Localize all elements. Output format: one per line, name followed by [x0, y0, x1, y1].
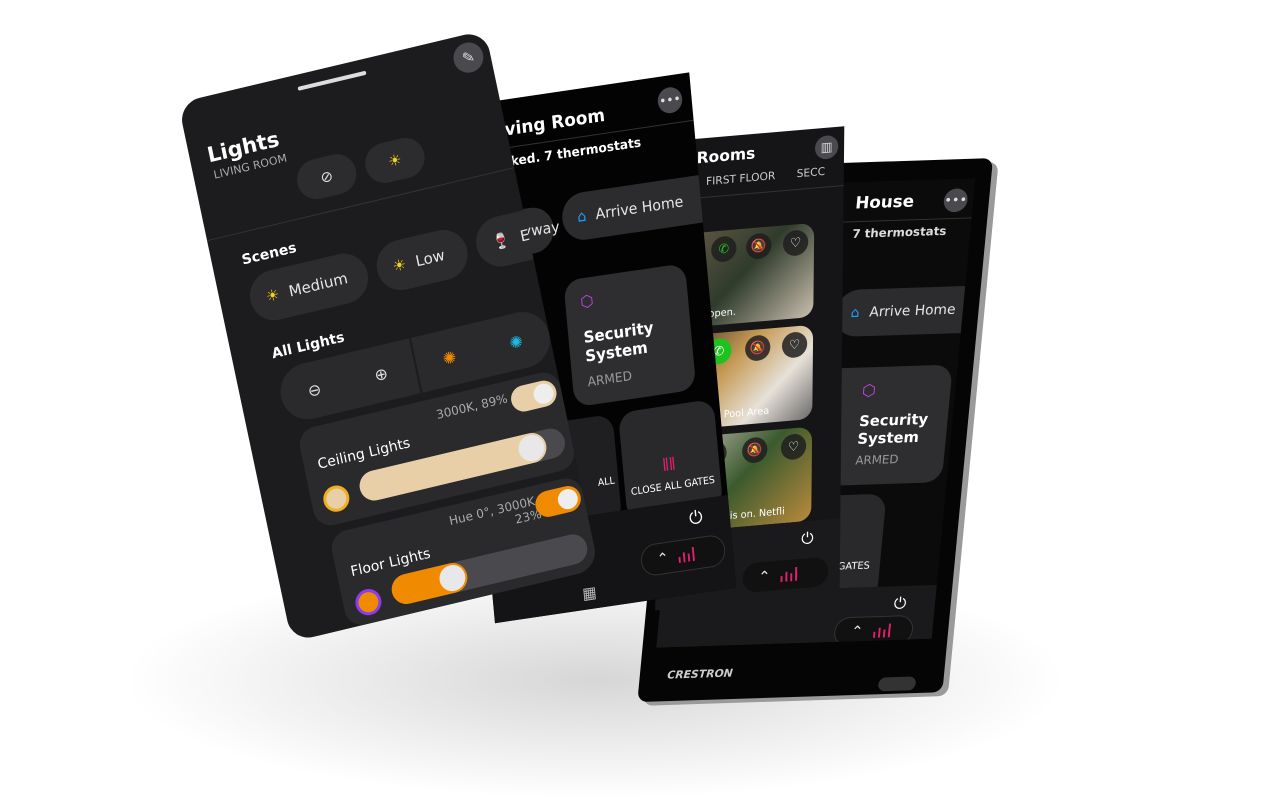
volume-pill[interactable]: ⌃: [639, 533, 727, 578]
sensor-dots: [877, 676, 917, 692]
color-wheel-swatch[interactable]: [353, 586, 384, 618]
gates-label: CLOSE ALL GATES: [630, 474, 716, 499]
edit-pencil-icon[interactable]: ✎: [450, 39, 487, 76]
security-title: Security System: [582, 317, 655, 366]
volume-bars-icon: [677, 546, 695, 564]
power-icon[interactable]: ⏻: [893, 594, 907, 614]
gates-left-label: ALL: [597, 475, 616, 489]
light-off-icon: ⊘: [318, 166, 335, 188]
all-off-button[interactable]: ⊘: [293, 150, 361, 204]
security-status: ARMED: [854, 452, 900, 468]
divider: [206, 167, 515, 242]
bell-off-icon[interactable]: 🔕: [746, 232, 772, 260]
dim-up-icon[interactable]: ⊕: [372, 363, 389, 385]
arrive-home-button[interactable]: ⌂ Arrive Home: [560, 172, 724, 243]
bell-off-icon[interactable]: 🔕: [742, 436, 768, 464]
floor-lights-toggle[interactable]: [532, 483, 584, 520]
load-status: 3000K, 89%: [434, 391, 509, 422]
ceiling-lights-toggle[interactable]: [508, 378, 559, 415]
volume-pill[interactable]: ⌃: [742, 556, 829, 594]
bulb-icon: ☀: [264, 285, 282, 306]
scenes-label: Scenes: [240, 239, 298, 269]
arrive-home-label: Arrive Home: [594, 192, 684, 224]
volume-bars-icon: [872, 623, 891, 638]
more-button[interactable]: •••: [942, 188, 969, 213]
gate-icon: ǁǁ: [661, 454, 677, 473]
power-icon[interactable]: ⏻: [801, 528, 813, 549]
rooms-title: Rooms: [696, 143, 756, 168]
power-icon[interactable]: ⏻: [688, 507, 703, 530]
tab-first-floor[interactable]: FIRST FLOOR: [706, 169, 775, 188]
volume-bars-icon: [780, 566, 797, 583]
more-button[interactable]: •••: [656, 85, 684, 115]
heart-icon[interactable]: ♡: [782, 229, 809, 257]
light-on-icon: ☀: [386, 150, 404, 171]
bulb-icon: ☀: [391, 255, 408, 276]
drag-handle[interactable]: [297, 70, 367, 91]
bell-off-icon[interactable]: 🔕: [744, 334, 771, 362]
screen-subtitle: 7 thermostats: [851, 224, 948, 241]
heart-icon[interactable]: ♡: [780, 433, 807, 461]
room-caption: is on. Netfli: [729, 506, 785, 522]
scene-label: Medium: [287, 268, 350, 301]
arrive-home-label: Arrive Home: [868, 301, 957, 321]
grid-icon[interactable]: ▦: [581, 582, 597, 603]
wine-glass-icon: 🍷: [490, 230, 513, 253]
scene-low-button[interactable]: ☀ Low: [372, 224, 473, 296]
cool-light-icon[interactable]: ✺: [508, 331, 525, 353]
screen-title: House: [854, 191, 915, 214]
shield-icon: ⬡: [579, 290, 595, 312]
security-status: ARMED: [587, 369, 633, 391]
security-card[interactable]: ⬡ Security System ARMED: [563, 263, 697, 408]
scene-label: Low: [413, 245, 447, 271]
tab-second-floor[interactable]: SECC: [797, 165, 826, 180]
color-swatch[interactable]: [320, 482, 352, 515]
home-icon: ⌂: [850, 305, 861, 321]
crestron-logo: CRESTRON: [666, 666, 734, 682]
warm-light-icon[interactable]: ✺: [441, 347, 458, 369]
columns-icon[interactable]: ▥: [814, 134, 839, 161]
all-on-button[interactable]: ☀: [361, 133, 429, 188]
phone-icon[interactable]: ✆: [711, 235, 737, 263]
home-icon: ⌂: [576, 206, 588, 226]
chevron-up-icon: ⌃: [850, 622, 865, 641]
volume-pill[interactable]: ⌃: [832, 614, 915, 647]
arrive-home-button[interactable]: ⌂ Arrive Home: [832, 285, 976, 338]
chevron-up-icon: ⌃: [656, 548, 670, 569]
security-title: Security System: [856, 410, 929, 448]
heart-icon[interactable]: ♡: [781, 331, 808, 359]
chevron-up-icon: ⌃: [758, 567, 771, 586]
shield-icon: ⬡: [861, 380, 877, 400]
dim-down-icon[interactable]: ⊖: [306, 379, 323, 401]
load-status: Hue 0°, 3000K, 23%: [447, 493, 543, 529]
